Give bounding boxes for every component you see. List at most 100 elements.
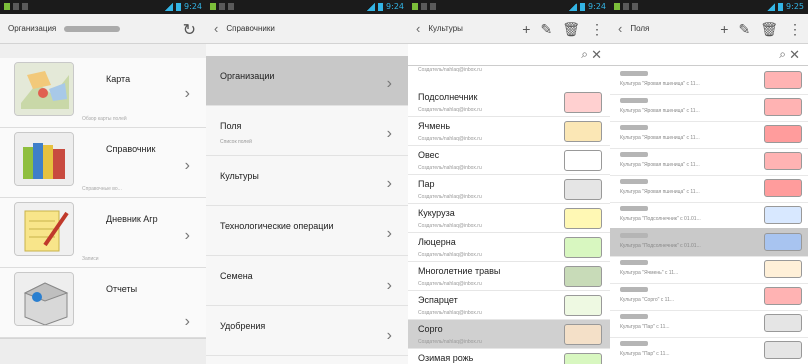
crop-name: Эспарцет <box>418 295 458 305</box>
crop-row[interactable]: Кукуруза Создатель/nahlaq@inbox.ru <box>408 204 610 233</box>
field-row[interactable]: Культура "Яровая пшеница" с 11... <box>610 174 808 203</box>
close-icon[interactable]: ✕ <box>789 47 800 63</box>
page-title: Поля <box>630 24 650 33</box>
close-icon[interactable]: ✕ <box>591 47 602 63</box>
ref-item-crops[interactable]: Культуры › <box>206 156 408 206</box>
crop-name: Ячмень <box>418 121 451 131</box>
field-row[interactable]: Культура "Яровая пшеница" с 11... <box>610 147 808 176</box>
menu-item-map[interactable]: Карта › Обзор карты полей <box>0 58 206 128</box>
overflow-menu-icon[interactable]: ⋮ <box>590 14 604 44</box>
color-swatch[interactable] <box>564 208 602 229</box>
chevron-right-icon: › <box>386 277 392 294</box>
ref-item-label: Поля <box>220 121 242 131</box>
crop-row[interactable]: Пар Создатель/nahlaq@inbox.ru <box>408 175 610 204</box>
color-swatch[interactable] <box>764 287 802 305</box>
color-swatch[interactable] <box>764 71 802 89</box>
crop-row[interactable]: Озимая рожь <box>408 349 610 364</box>
crop-row[interactable]: Люцерна Создатель/nahlaq@inbox.ru <box>408 233 610 262</box>
color-swatch[interactable] <box>764 98 802 116</box>
delete-icon[interactable]: 🗑 <box>760 14 778 44</box>
crop-creator: Создатель/nahlaq@inbox.ru <box>418 310 482 316</box>
crop-creator: Создатель/nahlaq@inbox.ru <box>418 107 482 113</box>
field-crop-text: Культура "Яровая пшеница" с 11... <box>620 135 700 141</box>
ref-item-label: Технологические операции <box>220 221 334 231</box>
field-row[interactable]: Культура "Яровая пшеница" с 11... <box>610 93 808 122</box>
field-row[interactable]: Культура "Подсолнечник" с 01.01... <box>610 201 808 230</box>
add-icon[interactable]: + <box>522 14 530 44</box>
crop-row[interactable]: Подсолнечник Создатель/nahlaq@inbox.ru <box>408 88 610 117</box>
color-swatch[interactable] <box>764 260 802 278</box>
color-swatch[interactable] <box>764 179 802 197</box>
color-swatch[interactable] <box>764 233 802 251</box>
edit-icon[interactable]: ✎ <box>540 14 552 44</box>
crop-row[interactable]: Эспарцет Создатель/nahlaq@inbox.ru <box>408 291 610 320</box>
notepad-icon <box>14 202 74 256</box>
color-swatch[interactable] <box>764 341 802 359</box>
search-bar[interactable]: ⌕ ✕ <box>408 44 610 66</box>
ref-item-label: Семена <box>220 271 253 281</box>
chevron-right-icon: › <box>386 175 392 192</box>
chevron-right-icon: › <box>386 75 392 92</box>
list-item-mail: Создатель/nahlaq@inbox.ru <box>418 67 482 73</box>
search-icon[interactable]: ⌕ <box>581 47 588 62</box>
color-swatch[interactable] <box>564 237 602 258</box>
crop-creator: Создатель/nahlaq@inbox.ru <box>418 194 482 200</box>
crop-name: Подсолнечник <box>418 92 478 102</box>
color-swatch[interactable] <box>764 125 802 143</box>
chevron-right-icon: › <box>184 227 190 244</box>
crop-row[interactable]: Многолетние травы Создатель/nahlaq@inbox.… <box>408 262 610 291</box>
home-screen: 9:24 Организация ↻ Карта › Обзор карты п… <box>0 0 206 364</box>
search-bar[interactable]: ⌕ ✕ <box>610 44 808 66</box>
overflow-menu-icon[interactable]: ⋮ <box>788 14 802 44</box>
refresh-icon[interactable]: ↻ <box>183 20 196 40</box>
delete-icon[interactable]: 🗑 <box>562 14 580 44</box>
status-bar: 9:24 <box>408 0 610 14</box>
ref-item-operations[interactable]: Технологические операции › <box>206 206 408 256</box>
field-crop-text: Культура "Пар" с 11... <box>620 351 670 357</box>
ref-item-fertilizers[interactable]: Удобрения › <box>206 306 408 356</box>
color-swatch[interactable] <box>564 121 602 142</box>
edit-icon[interactable]: ✎ <box>738 14 750 44</box>
color-swatch[interactable] <box>564 324 602 345</box>
action-bar: ‹ Культуры + ✎ 🗑 ⋮ <box>408 14 610 44</box>
menu-item-reports[interactable]: Отчеты › <box>0 268 206 338</box>
field-row[interactable]: Культура "Пар" с 11... <box>610 336 808 364</box>
color-swatch[interactable] <box>564 353 602 364</box>
field-name-redacted <box>620 206 648 211</box>
crops-screen: 9:24 ‹ Культуры + ✎ 🗑 ⋮ ⌕ ✕ Создатель/na… <box>408 0 610 364</box>
field-row[interactable]: Культура "Сорго" с 11... <box>610 282 808 311</box>
back-icon[interactable]: ‹ <box>416 14 420 44</box>
color-swatch[interactable] <box>564 266 602 287</box>
back-icon[interactable]: ‹ <box>618 14 622 44</box>
crop-row[interactable]: Ячмень Создатель/nahlaq@inbox.ru <box>408 117 610 146</box>
menu-item-sub: Записи <box>82 256 99 262</box>
crop-row[interactable]: Овес Создатель/nahlaq@inbox.ru <box>408 146 610 175</box>
back-icon[interactable]: ‹ <box>214 14 218 44</box>
status-time: 9:24 <box>386 2 404 11</box>
ref-item-organizations[interactable]: Организации › <box>206 56 408 106</box>
field-crop-text: Культура "Яровая пшеница" с 11... <box>620 81 700 87</box>
search-icon[interactable]: ⌕ <box>779 47 786 62</box>
color-swatch[interactable] <box>564 179 602 200</box>
ref-item-fields[interactable]: Поля Список полей › <box>206 106 408 156</box>
color-swatch[interactable] <box>564 295 602 316</box>
field-row[interactable]: Культура "Подсолнечник" с 01.01... <box>610 228 808 257</box>
add-icon[interactable]: + <box>720 14 728 44</box>
menu-item-diary[interactable]: Дневник Агр › Записи <box>0 198 206 268</box>
crop-row[interactable]: Сорго Создатель/nahlaq@inbox.ru <box>408 320 610 349</box>
field-row[interactable]: Культура "Пар" с 11... <box>610 309 808 338</box>
color-swatch[interactable] <box>764 206 802 224</box>
field-name-redacted <box>620 71 648 76</box>
action-bar: ‹ Поля + ✎ 🗑 ⋮ <box>610 14 808 44</box>
field-row[interactable]: Культура "Ячмень" с 11... <box>610 255 808 284</box>
field-row[interactable]: Культура "Яровая пшеница" с 11... <box>610 120 808 149</box>
color-swatch[interactable] <box>564 92 602 113</box>
ref-item-seeds[interactable]: Семена › <box>206 256 408 306</box>
books-icon <box>14 132 74 186</box>
menu-item-reference[interactable]: Справочник › Справочные во... <box>0 128 206 198</box>
field-row[interactable]: Культура "Яровая пшеница" с 11... <box>610 66 808 95</box>
color-swatch[interactable] <box>764 152 802 170</box>
color-swatch[interactable] <box>564 150 602 171</box>
color-swatch[interactable] <box>764 314 802 332</box>
crop-creator: Создатель/nahlaq@inbox.ru <box>418 165 482 171</box>
